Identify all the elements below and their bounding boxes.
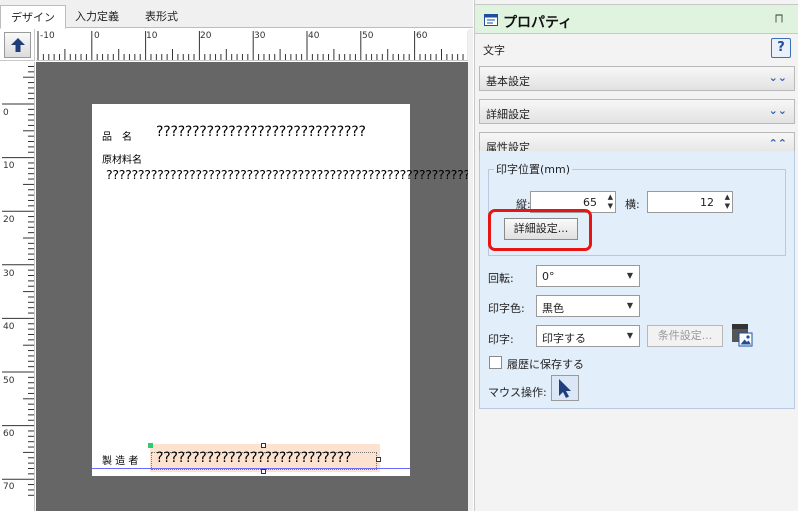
horizontal-value: 12 — [700, 196, 714, 209]
tab-input-definition[interactable]: 入力定義 — [65, 5, 129, 28]
save-history-checkbox[interactable] — [489, 356, 502, 369]
panel-title: プロパティ — [503, 15, 573, 31]
resize-handle[interactable] — [148, 443, 153, 448]
horizontal-ruler: -10 0 10 20 30 40 50 60 — [36, 29, 468, 61]
vertical-ruler: 0 10 20 30 40 50 60 70 — [0, 62, 35, 511]
resize-handle[interactable] — [261, 469, 266, 474]
guide-line — [92, 468, 410, 469]
chevron-down-icon: ⌄⌄ — [768, 104, 787, 117]
attribute-settings-body: 印字位置(mm) 縦: 65 ▲ ▼ 横: 12 ▲ ▼ 詳細設定... 回転: 0… — [479, 151, 795, 409]
maker-label[interactable]: 製 造 者 — [102, 452, 138, 467]
resize-handle[interactable] — [376, 457, 381, 462]
horizontal-label: 横: — [625, 198, 640, 211]
move-up-button[interactable] — [4, 32, 31, 58]
v-ruler-label: 20 — [3, 215, 15, 225]
label-paper[interactable]: 品 名 ????????????????????????????? 原材料名 ?… — [92, 104, 468, 476]
vertical-value: 65 — [583, 196, 597, 209]
material-label[interactable]: 原材料名 — [102, 151, 142, 166]
h-ruler-label: 0 — [94, 31, 100, 41]
rotation-value: 0° — [542, 270, 555, 283]
cursor-arrow-icon — [559, 379, 571, 398]
ruler-corner — [0, 29, 35, 61]
chevron-down-icon: ⌄⌄ — [768, 71, 787, 84]
vertical-ruler-ticks — [2, 65, 34, 496]
tab-design[interactable]: デザイン — [0, 5, 66, 29]
h-ruler-label: -10 — [40, 31, 55, 41]
v-ruler-label: 40 — [3, 322, 15, 332]
stepper-arrows-icon[interactable]: ▲ ▼ — [608, 193, 613, 211]
dropdown-arrow-icon: ▼ — [626, 301, 633, 310]
chevron-up-icon: ⌃⌃ — [768, 137, 787, 150]
properties-icon — [484, 14, 498, 26]
print-color-value: 黒色 — [542, 302, 564, 315]
properties-panel: プロパティ ⨅ 文字 ? 基本設定 ⌄⌄ 詳細設定 ⌄⌄ 属性設定 ⌃⌃ 印字位… — [474, 0, 798, 511]
h-ruler-label: 50 — [362, 31, 374, 41]
panel-header: プロパティ ⨅ — [475, 4, 798, 34]
print-color-select[interactable]: 黒色 ▼ — [536, 295, 640, 317]
pin-icon[interactable]: ⨅ — [775, 14, 783, 25]
resize-handle[interactable] — [261, 443, 266, 448]
rotation-label: 回転: — [488, 272, 514, 285]
tab-bar: デザイン 入力定義 表形式 — [0, 0, 473, 29]
material-text[interactable]: ????????????????????????????????????????… — [106, 166, 468, 183]
product-name-label[interactable]: 品 名 — [102, 128, 132, 143]
mouse-operation-label: マウス操作: — [488, 386, 547, 399]
image-settings-button[interactable] — [731, 323, 753, 347]
print-value: 印字する — [542, 332, 586, 345]
h-ruler-label: 40 — [308, 31, 320, 41]
rotation-select[interactable]: 0° ▼ — [536, 265, 640, 287]
mouse-operation-button[interactable] — [551, 375, 579, 401]
dropdown-arrow-icon: ▼ — [626, 271, 633, 280]
horizontal-position-stepper[interactable]: 12 ▲ ▼ — [647, 191, 733, 213]
h-ruler-label: 20 — [200, 31, 212, 41]
section-label: 詳細設定 — [486, 108, 530, 121]
v-ruler-label: 10 — [3, 161, 15, 171]
v-ruler-label: 60 — [3, 429, 15, 439]
product-name-value[interactable]: ????????????????????????????? — [156, 124, 366, 140]
section-detail-settings[interactable]: 詳細設定 ⌄⌄ — [479, 99, 795, 124]
help-button[interactable]: ? — [771, 38, 791, 58]
tab-table-format[interactable]: 表形式 — [135, 5, 188, 28]
detail-settings-highlight — [488, 209, 592, 251]
image-icon — [732, 324, 753, 347]
v-ruler-label: 0 — [3, 108, 9, 118]
maker-value[interactable]: ??????????????????????????? — [156, 450, 351, 466]
section-basic-settings[interactable]: 基本設定 ⌄⌄ — [479, 66, 795, 91]
object-type-label: 文字 — [483, 44, 505, 57]
print-label: 印字: — [488, 333, 514, 346]
h-ruler-label: 10 — [146, 31, 158, 41]
design-canvas[interactable]: 品 名 ????????????????????????????? 原材料名 ?… — [36, 62, 468, 511]
horizontal-ruler-ticks — [37, 31, 468, 60]
scrollbar-track[interactable] — [468, 29, 473, 511]
print-select[interactable]: 印字する ▼ — [536, 325, 640, 347]
save-history-label[interactable]: 履歴に保存する — [507, 356, 584, 372]
section-label: 基本設定 — [486, 75, 530, 88]
print-color-label: 印字色: — [488, 302, 525, 315]
v-ruler-label: 70 — [3, 482, 15, 492]
dropdown-arrow-icon: ▼ — [626, 331, 633, 340]
condition-settings-button[interactable]: 条件設定... — [647, 325, 723, 347]
h-ruler-label: 30 — [254, 31, 266, 41]
v-ruler-label: 30 — [3, 269, 15, 279]
print-position-legend: 印字位置(mm) — [494, 161, 573, 177]
arrow-up-icon — [11, 38, 25, 52]
h-ruler-label: 60 — [416, 31, 428, 41]
stepper-arrows-icon[interactable]: ▲ ▼ — [725, 193, 730, 211]
v-ruler-label: 50 — [3, 376, 15, 386]
